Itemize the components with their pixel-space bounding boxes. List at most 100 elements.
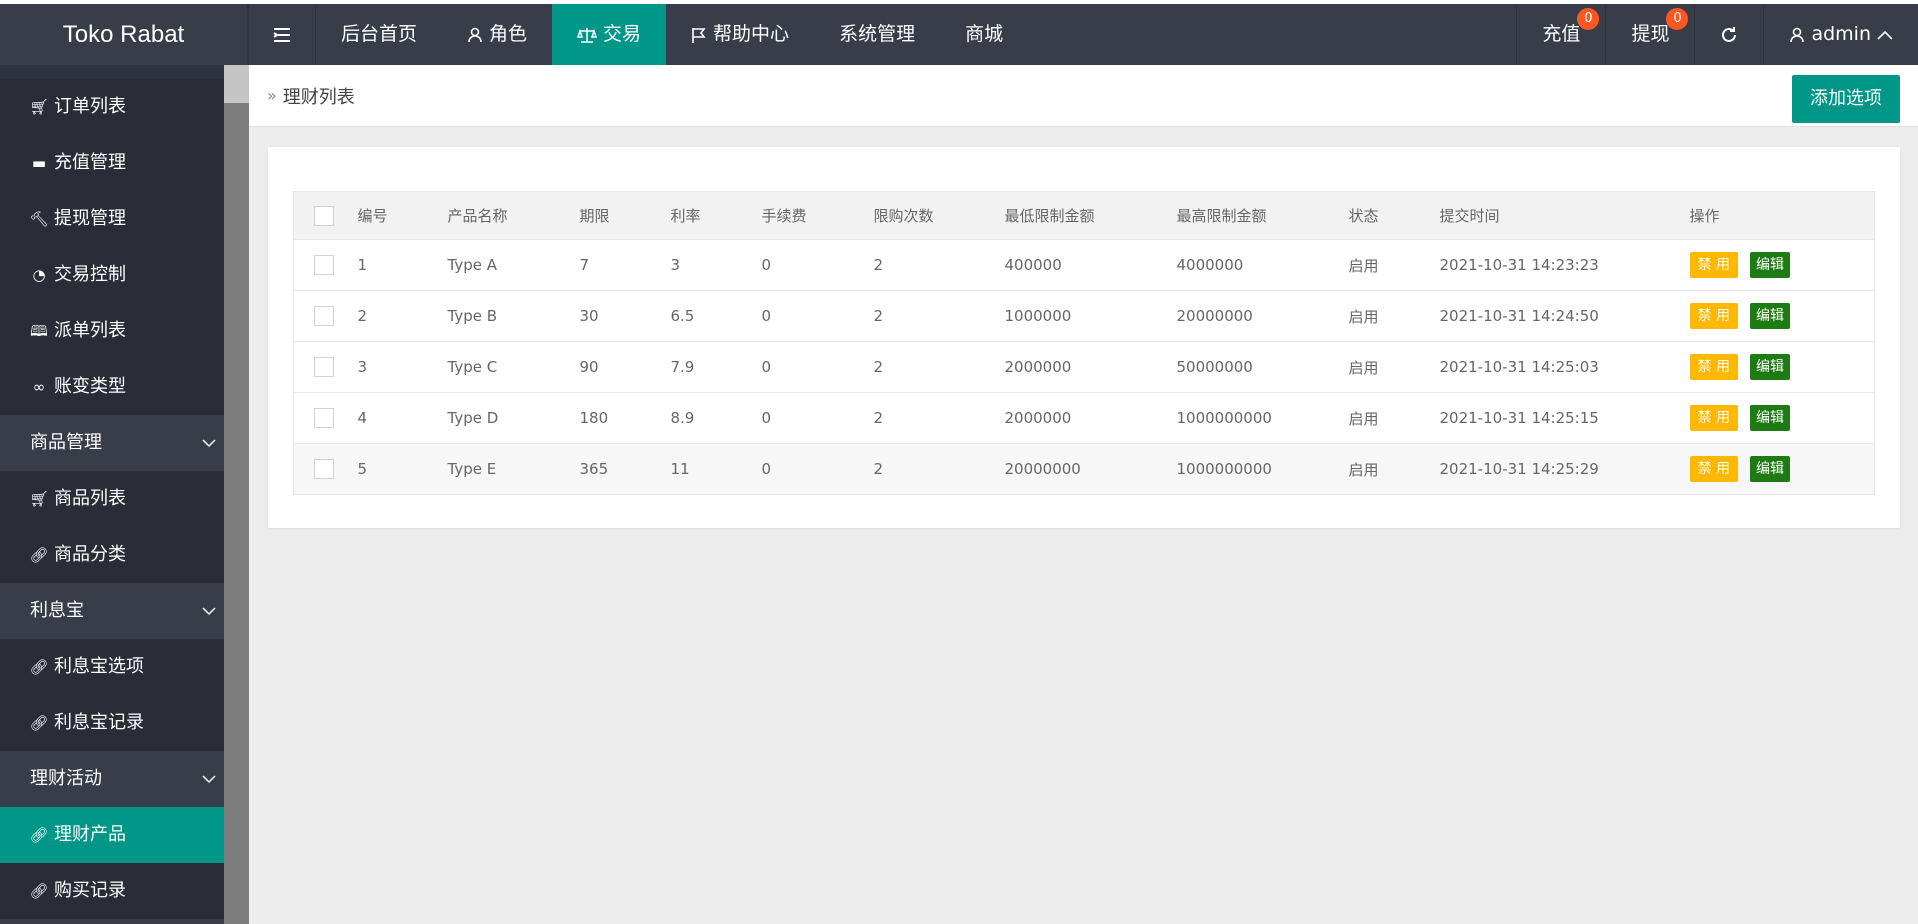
table-cell: 2 xyxy=(873,443,1005,495)
table-row: 5 Type E 365 11 0 2 20000000 1000000000 启用 2021-1… xyxy=(293,443,1875,495)
link-icon: 🔗︎ xyxy=(29,546,49,564)
col-header: 编号 xyxy=(357,191,448,240)
table-cell: 5 xyxy=(357,443,448,495)
row-checkbox[interactable] xyxy=(314,255,334,275)
table-cell: 0 xyxy=(761,443,874,495)
sidebar-item-goods-list[interactable]: 🛒︎ 商品列表 xyxy=(0,471,224,527)
table-cell: 启用 xyxy=(1348,290,1440,342)
select-all-checkbox[interactable] xyxy=(314,205,334,226)
table-cell: 2 xyxy=(357,290,448,342)
sidebar-item-dispatch[interactable]: 🕮︎ 派单列表 xyxy=(0,303,224,359)
row-checkbox-cell xyxy=(293,341,358,393)
disable-button[interactable]: 禁 用 xyxy=(1689,252,1738,278)
table-cell: 20000000 xyxy=(1176,290,1349,342)
disable-button[interactable]: 禁 用 xyxy=(1689,354,1738,380)
chevron-down-icon xyxy=(202,438,216,447)
sidebar-group-goods[interactable]: 商品管理 xyxy=(0,415,224,471)
user-icon xyxy=(468,27,482,42)
actions-cell: 禁 用编辑 xyxy=(1689,239,1875,291)
disable-button[interactable]: 禁 用 xyxy=(1689,456,1738,482)
table-cell: 20000000 xyxy=(1004,443,1177,495)
refresh-button[interactable] xyxy=(1694,4,1763,65)
row-checkbox[interactable] xyxy=(314,306,334,326)
table-cell: 3 xyxy=(357,341,448,393)
edit-button[interactable]: 编辑 xyxy=(1749,354,1790,380)
sidebar-item-orders[interactable]: 🛒︎ 订单列表 xyxy=(0,79,224,135)
recharge-button[interactable]: 充值 0 xyxy=(1516,4,1605,65)
nav-item-help[interactable]: 帮助中心 xyxy=(666,4,814,65)
recharge-badge: 0 xyxy=(1577,8,1600,30)
sidebar-item-label: 提现管理 xyxy=(54,208,126,229)
nav-item-roles[interactable]: 角色 xyxy=(442,4,552,65)
sidebar-item-interest-options[interactable]: 🔗︎ 利息宝选项 xyxy=(0,639,224,695)
table-cell: 启用 xyxy=(1348,341,1440,393)
table-cell: 8.9 xyxy=(670,392,762,444)
row-checkbox[interactable] xyxy=(314,408,334,428)
nav-item-system[interactable]: 系统管理 xyxy=(814,4,940,65)
menu-toggle-button[interactable] xyxy=(248,4,316,65)
actions-cell: 禁 用编辑 xyxy=(1689,392,1875,444)
disable-button[interactable]: 禁 用 xyxy=(1689,405,1738,431)
sidebar: 🛒︎ 订单列表 ▬ 充值管理 🔨︎ 提现管理 ◔ 交易控制 🕮︎ 派单列表 ∞ 账变类型 商… xyxy=(0,65,224,924)
link-icon: 🔗︎ xyxy=(29,826,49,844)
row-checkbox-cell xyxy=(293,443,358,495)
breadcrumb: » 理财列表 添加选项 xyxy=(249,65,1918,127)
table-cell: 2021-10-31 14:25:29 xyxy=(1439,443,1690,495)
sidebar-item-account-change[interactable]: ∞ 账变类型 xyxy=(0,359,224,415)
sidebar-item-goods-category[interactable]: 🔗︎ 商品分类 xyxy=(0,527,224,583)
table-cell: 启用 xyxy=(1348,443,1440,495)
nav-item-label: 系统管理 xyxy=(839,23,916,45)
table-cell: 4 xyxy=(357,392,448,444)
table-cell: 2000000 xyxy=(1004,392,1177,444)
col-header: 提交时间 xyxy=(1439,191,1690,240)
table-cell: 2 xyxy=(873,341,1005,393)
sidebar-item-label: 利息宝记录 xyxy=(54,712,144,733)
table-cell: Type E xyxy=(447,443,580,495)
sidebar-group-interest[interactable]: 利息宝 xyxy=(0,583,224,639)
recharge-label: 充值 xyxy=(1542,23,1581,45)
nav-item-shop[interactable]: 商城 xyxy=(940,4,1028,65)
breadcrumb-current: 理财列表 xyxy=(282,86,355,108)
cart-icon: 🛒︎ xyxy=(29,490,49,508)
row-checkbox[interactable] xyxy=(314,357,334,377)
sidebar-item-trade-control[interactable]: ◔ 交易控制 xyxy=(0,247,224,303)
sidebar-item-finance-products[interactable]: 🔗︎ 理财产品 xyxy=(0,807,224,863)
nav-item-label: 角色 xyxy=(489,23,528,45)
scrollbar-thumb[interactable] xyxy=(224,65,249,103)
sidebar-item-label: 交易控制 xyxy=(54,264,126,285)
edit-button[interactable]: 编辑 xyxy=(1749,456,1790,482)
monitor-icon: ▬ xyxy=(31,154,47,172)
sidebar-item-recharge[interactable]: ▬ 充值管理 xyxy=(0,135,224,191)
add-option-button[interactable]: 添加选项 xyxy=(1792,75,1900,123)
app-logo: Toko Rabat xyxy=(0,4,248,65)
sidebar-item-purchase-records[interactable]: 🔗︎ 购买记录 xyxy=(0,863,224,919)
table-header-row: 编号 产品名称 期限 利率 手续费 限购次数 最低限制金额 最高限制金额 状态 … xyxy=(293,191,1875,240)
row-checkbox[interactable] xyxy=(314,459,334,479)
sidebar-item-label: 订单列表 xyxy=(54,96,126,117)
sidebar-item-label: 理财产品 xyxy=(54,824,126,845)
content-card: 编号 产品名称 期限 利率 手续费 限购次数 最低限制金额 最高限制金额 状态 … xyxy=(268,147,1900,528)
table-cell: 30 xyxy=(579,290,671,342)
edit-button[interactable]: 编辑 xyxy=(1749,405,1790,431)
table-cell: 启用 xyxy=(1348,239,1440,291)
user-menu[interactable]: admin xyxy=(1763,4,1918,65)
top-nav: 后台首页 角色 交易 帮助中心 系统管理 商城 xyxy=(248,4,1028,65)
sidebar-group-finance[interactable]: 理财活动 xyxy=(0,751,224,807)
table-cell: 3 xyxy=(670,239,762,291)
edit-button[interactable]: 编辑 xyxy=(1749,252,1790,278)
actions-cell: 禁 用编辑 xyxy=(1689,290,1875,342)
disable-button[interactable]: 禁 用 xyxy=(1689,303,1738,329)
sidebar-item-label: 利息宝选项 xyxy=(54,656,144,677)
nav-item-dashboard[interactable]: 后台首页 xyxy=(316,4,442,65)
table-cell: 90 xyxy=(579,341,671,393)
sidebar-scrollbar[interactable] xyxy=(224,65,249,924)
sidebar-item-withdraw[interactable]: 🔨︎ 提现管理 xyxy=(0,191,224,247)
table-cell: 7 xyxy=(579,239,671,291)
gavel-icon: 🔨︎ xyxy=(29,210,49,228)
table-cell: 2000000 xyxy=(1004,341,1177,393)
sidebar-item-interest-records[interactable]: 🔗︎ 利息宝记录 xyxy=(0,695,224,751)
sidebar-group-label: 利息宝 xyxy=(30,600,84,621)
withdraw-button[interactable]: 提现 0 xyxy=(1605,4,1694,65)
edit-button[interactable]: 编辑 xyxy=(1749,303,1790,329)
nav-item-trade[interactable]: 交易 xyxy=(552,4,667,65)
